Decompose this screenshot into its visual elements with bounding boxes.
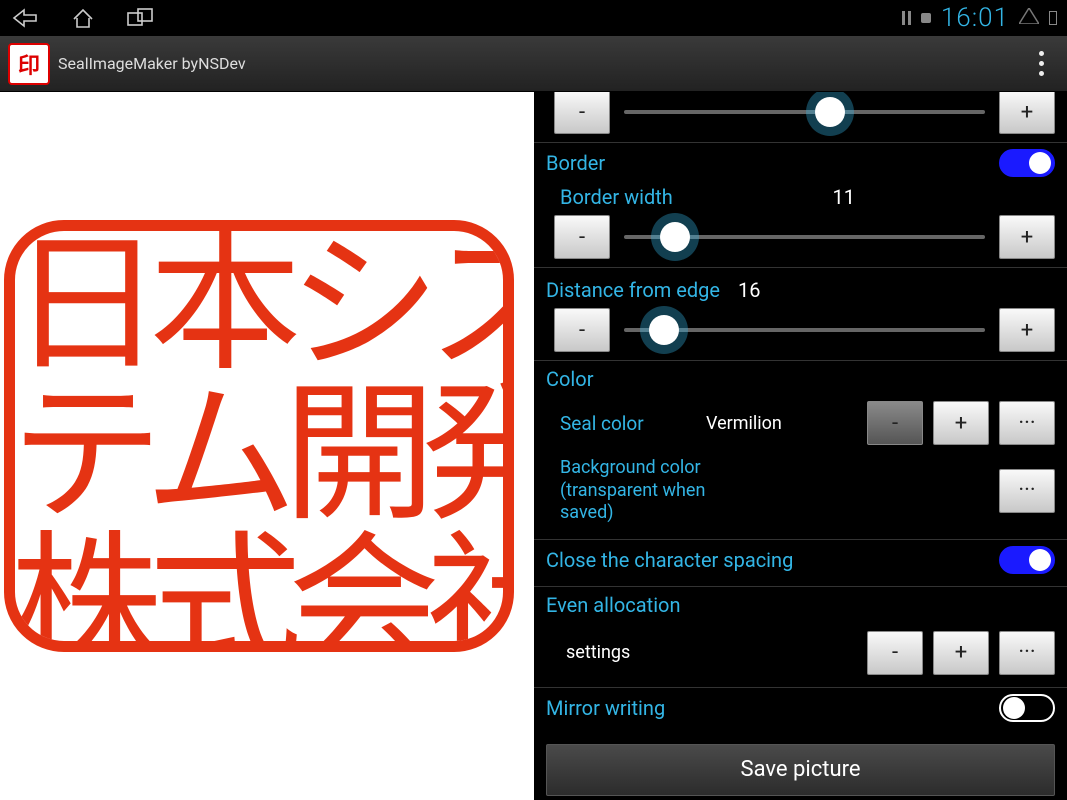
mirror-writing-label: Mirror writing [546,696,665,720]
notification-icon [921,13,931,23]
score-slider[interactable] [624,96,985,128]
seal-color-label: Seal color [560,412,690,435]
distance-plus-button[interactable]: + [999,308,1055,352]
seal-line-3: 株式会社 [10,531,508,652]
pause-icon [902,11,911,25]
status-clock: 16:01 [941,3,1009,33]
settings-panel: - + Border Border width 11 [534,92,1067,800]
seal-line-1: 日本シス [10,231,508,381]
app-bar: 印 SealImageMaker byNSDev [0,36,1067,92]
seal-color-prev-button[interactable]: - [867,401,923,445]
border-toggle[interactable] [999,149,1055,177]
home-icon[interactable] [68,7,98,29]
even-alloc-value: settings [566,642,630,663]
seal-preview-pane: 日本シス テム開発 株式会社 [0,92,534,800]
even-alloc-plus-button[interactable]: + [933,631,989,675]
overflow-menu-icon[interactable] [1023,51,1059,76]
distance-minus-button[interactable]: - [554,308,610,352]
even-alloc-minus-button[interactable]: - [867,631,923,675]
distance-label: Distance from edge [546,278,720,302]
close-spacing-label: Close the character spacing [546,548,793,572]
border-width-label: Border width [560,185,673,209]
app-icon: 印 [8,43,50,85]
android-status-bar: 16:01 [0,0,1067,36]
border-width-slider[interactable] [624,221,985,253]
bg-color-more-button[interactable]: ··· [999,469,1055,513]
close-spacing-toggle[interactable] [999,546,1055,574]
seal-stamp: 日本シス テム開発 株式会社 [4,220,514,652]
border-width-plus-button[interactable]: + [999,215,1055,259]
recent-apps-icon[interactable] [126,7,156,29]
border-label: Border [546,151,605,175]
app-title: SealImageMaker byNSDev [58,54,246,73]
mirror-writing-toggle[interactable] [999,694,1055,722]
wifi-icon [1019,8,1039,29]
bg-color-label: Background color (transparent when saved… [560,457,740,525]
seal-color-more-button[interactable]: ··· [999,401,1055,445]
distance-value: 16 [738,278,760,302]
seal-color-value: Vermilion [706,413,816,434]
color-section-label: Color [546,367,593,391]
back-icon[interactable] [10,7,40,29]
score-plus-button[interactable]: + [999,92,1055,134]
border-width-value: 11 [833,185,855,209]
border-width-minus-button[interactable]: - [554,215,610,259]
save-picture-button[interactable]: Save picture [546,744,1055,796]
even-alloc-label: Even allocation [546,593,681,617]
battery-icon [1049,11,1057,25]
even-alloc-more-button[interactable]: ··· [999,631,1055,675]
seal-color-next-button[interactable]: + [933,401,989,445]
seal-line-2: テム開発 [10,381,508,531]
score-minus-button[interactable]: - [554,92,610,134]
distance-slider[interactable] [624,314,985,346]
